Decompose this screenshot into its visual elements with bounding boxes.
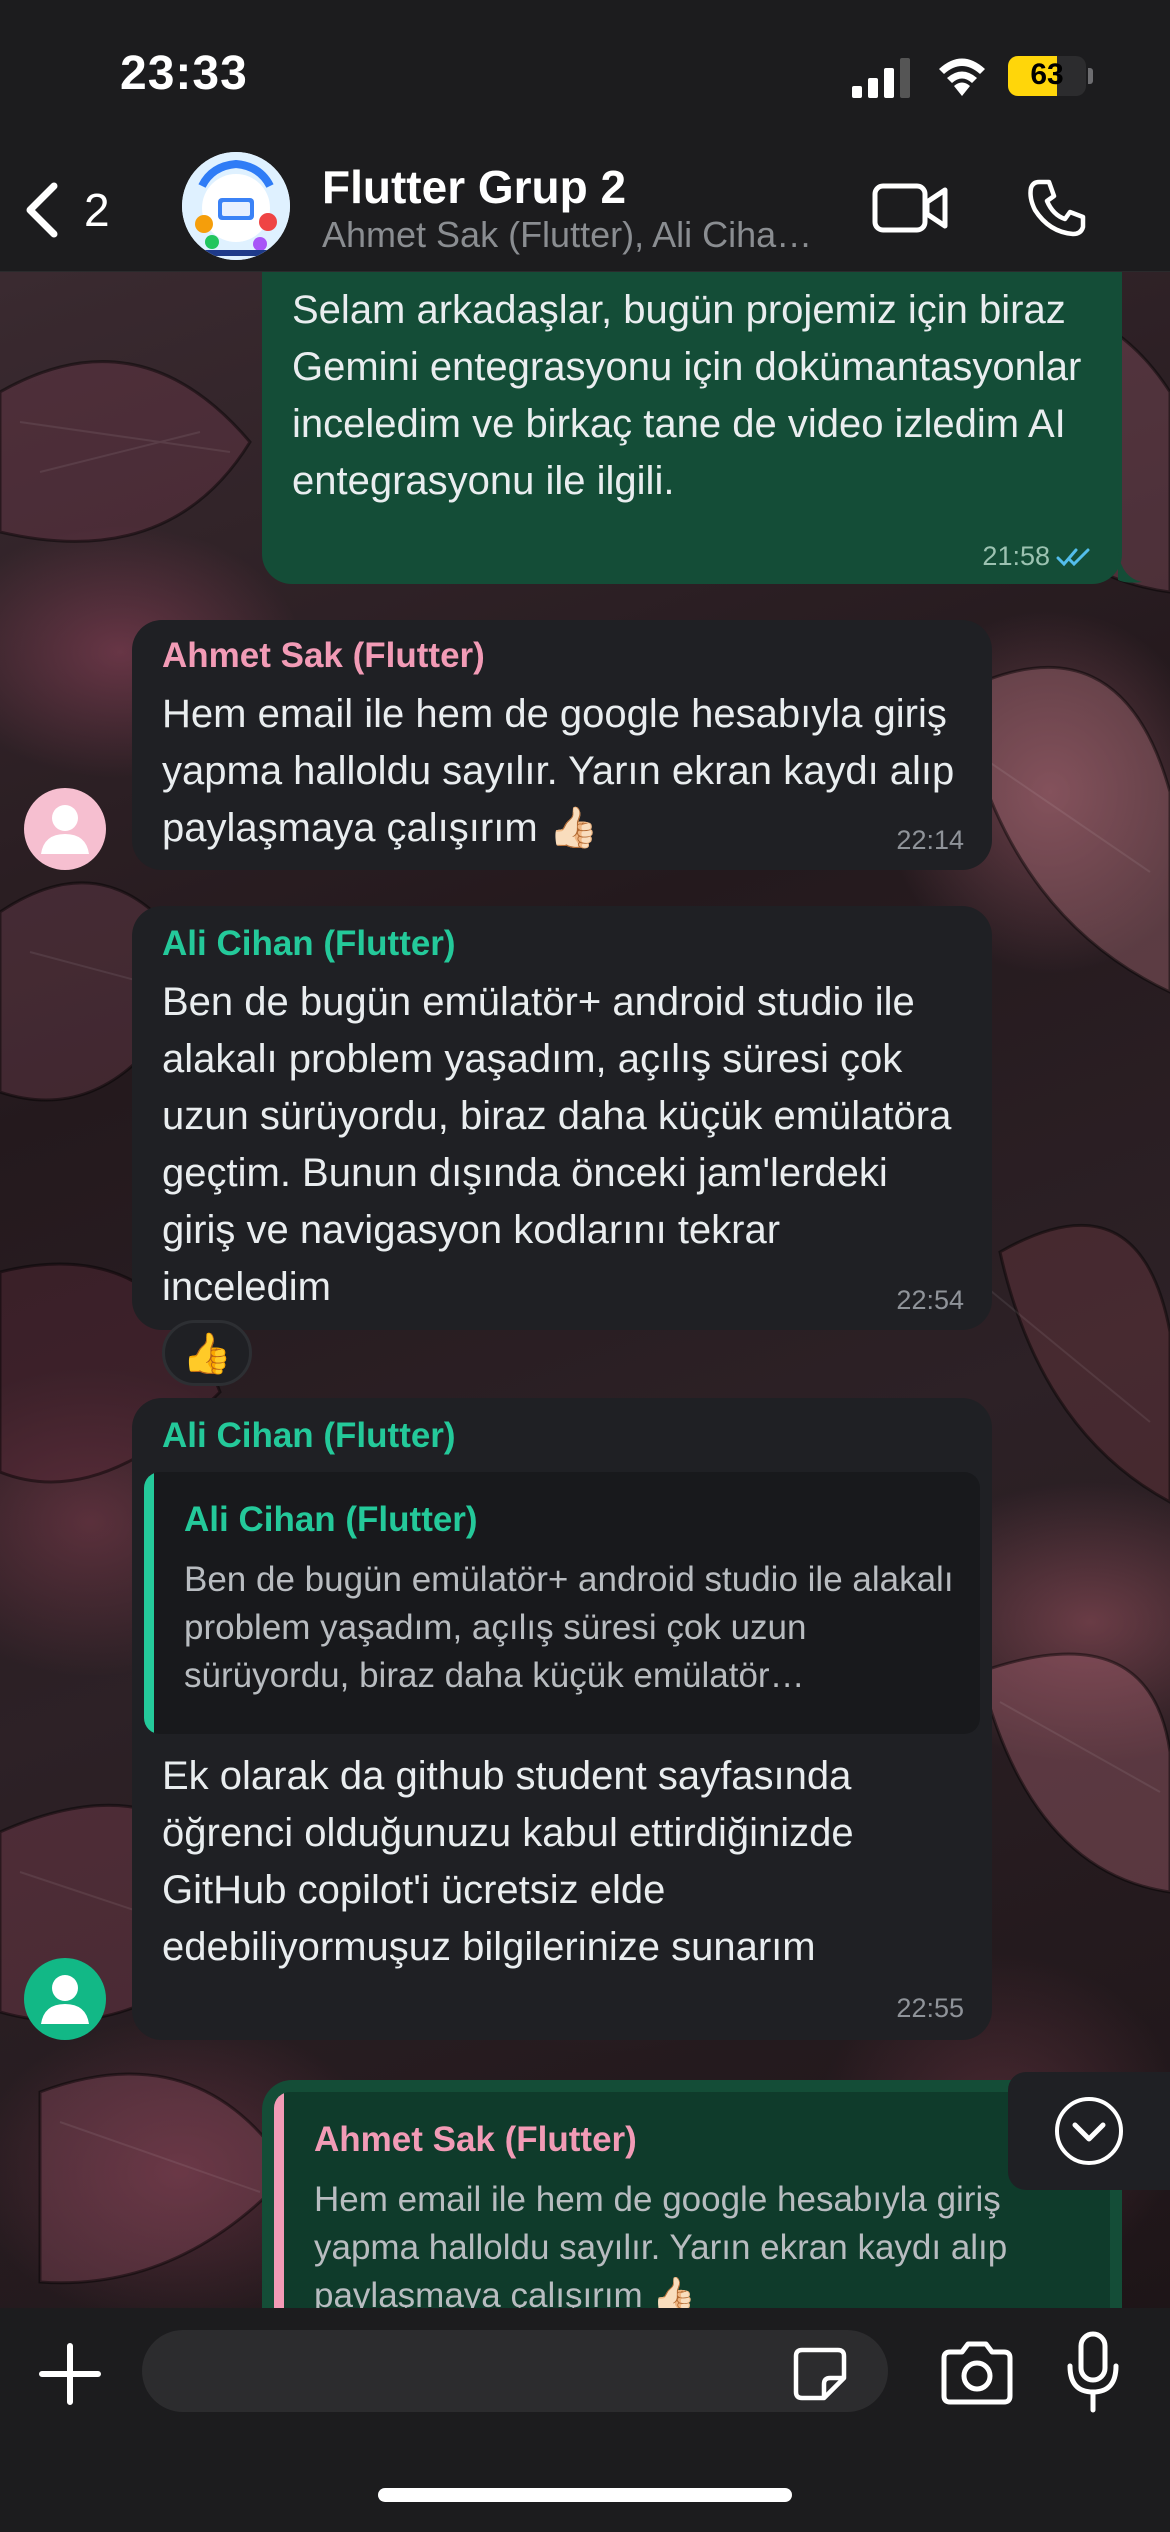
unread-count: 2 <box>84 184 110 236</box>
battery-indicator: 63 <box>1008 56 1086 96</box>
video-call-button[interactable] <box>866 168 956 248</box>
camera-icon[interactable] <box>938 2338 1016 2408</box>
chat-header: 2 Flutter Grup 2 Ahmet Sak (Flutter), Al… <box>0 150 1170 272</box>
message-time: 22:54 <box>896 1285 964 1315</box>
status-time: 23:33 <box>120 47 248 100</box>
reaction-emoji: 👍 <box>182 1331 232 1376</box>
wifi-icon <box>939 58 985 96</box>
quote-text: Ben de bugün emülatör+ android studio il… <box>184 1560 954 1695</box>
group-avatar-image <box>182 152 290 260</box>
battery-percent: 63 <box>1030 58 1064 91</box>
message-bubble-incoming[interactable]: Ali Cihan (Flutter) Ali Cihan (Flutter) … <box>132 1398 992 2040</box>
status-bar: 23:33 63 <box>0 0 1170 150</box>
message-meta: 22:14 <box>896 825 964 856</box>
quote-sender: Ali Cihan (Flutter) <box>184 1500 478 1539</box>
back-button[interactable]: 2 <box>20 170 110 250</box>
group-avatar[interactable] <box>182 152 290 260</box>
video-call-icon <box>872 183 948 233</box>
read-receipt-icon <box>1056 548 1090 566</box>
message-time: 21:58 <box>982 541 1050 571</box>
home-indicator <box>378 2488 792 2502</box>
message-text: Ek olarak da github student sayfasında ö… <box>162 1754 854 1969</box>
message-input[interactable] <box>142 2330 888 2412</box>
chevron-left-icon <box>26 182 58 238</box>
message-bubble-incoming[interactable]: Ali Cihan (Flutter) Ben de bugün emülatö… <box>132 906 992 1330</box>
person-icon <box>41 805 89 854</box>
phone-icon <box>1028 179 1086 237</box>
chevron-down-circle-icon <box>1055 2097 1123 2165</box>
voice-call-button[interactable] <box>1012 168 1102 248</box>
sticker-icon[interactable] <box>790 2344 850 2404</box>
message-text: Hem email ile hem de google hesabıyla gi… <box>162 692 955 850</box>
message-meta: 21:58 <box>982 541 1094 572</box>
chat-title[interactable]: Flutter Grup 2 <box>322 160 626 214</box>
message-text: Selam arkadaşlar, bugün projemiz için bi… <box>292 288 1082 503</box>
battery-cap <box>1088 68 1093 84</box>
message-sender: Ahmet Sak (Flutter) <box>162 636 485 675</box>
bubble-tail <box>1118 552 1142 583</box>
message-sender: Ali Cihan (Flutter) <box>162 1416 456 1455</box>
sender-avatar-ali[interactable] <box>24 1958 106 2040</box>
message-meta: 22:55 <box>896 1993 964 2024</box>
scroll-to-bottom-button[interactable] <box>1008 2072 1170 2190</box>
sender-avatar-ahmet[interactable] <box>24 788 106 870</box>
chat-participants[interactable]: Ahmet Sak (Flutter), Ali Cihan (Flutter) <box>322 214 832 256</box>
message-bubble-outgoing[interactable]: Selam arkadaşlar, bugün projemiz için bi… <box>262 272 1122 584</box>
message-time: 22:55 <box>896 1993 964 2023</box>
quote-text: Hem email ile hem de google hesabıyla gi… <box>314 2180 1008 2315</box>
message-bubble-incoming[interactable]: Ahmet Sak (Flutter) Hem email ile hem de… <box>132 620 992 870</box>
person-icon <box>41 1975 89 2024</box>
quote-sender: Ahmet Sak (Flutter) <box>314 2120 637 2159</box>
message-text: Ben de bugün emülatör+ android studio il… <box>162 980 952 1309</box>
message-time: 22:14 <box>896 825 964 855</box>
plus-icon[interactable] <box>34 2338 106 2410</box>
microphone-icon[interactable] <box>1064 2330 1122 2414</box>
message-sender: Ali Cihan (Flutter) <box>162 924 456 963</box>
quote-accent-bar <box>144 1472 154 1734</box>
cellular-signal-icon <box>852 58 910 98</box>
message-reaction[interactable]: 👍 <box>162 1320 252 1386</box>
message-meta: 22:54 <box>896 1285 964 1316</box>
quoted-message[interactable]: Ali Cihan (Flutter) Ben de bugün emülatö… <box>144 1472 980 1734</box>
